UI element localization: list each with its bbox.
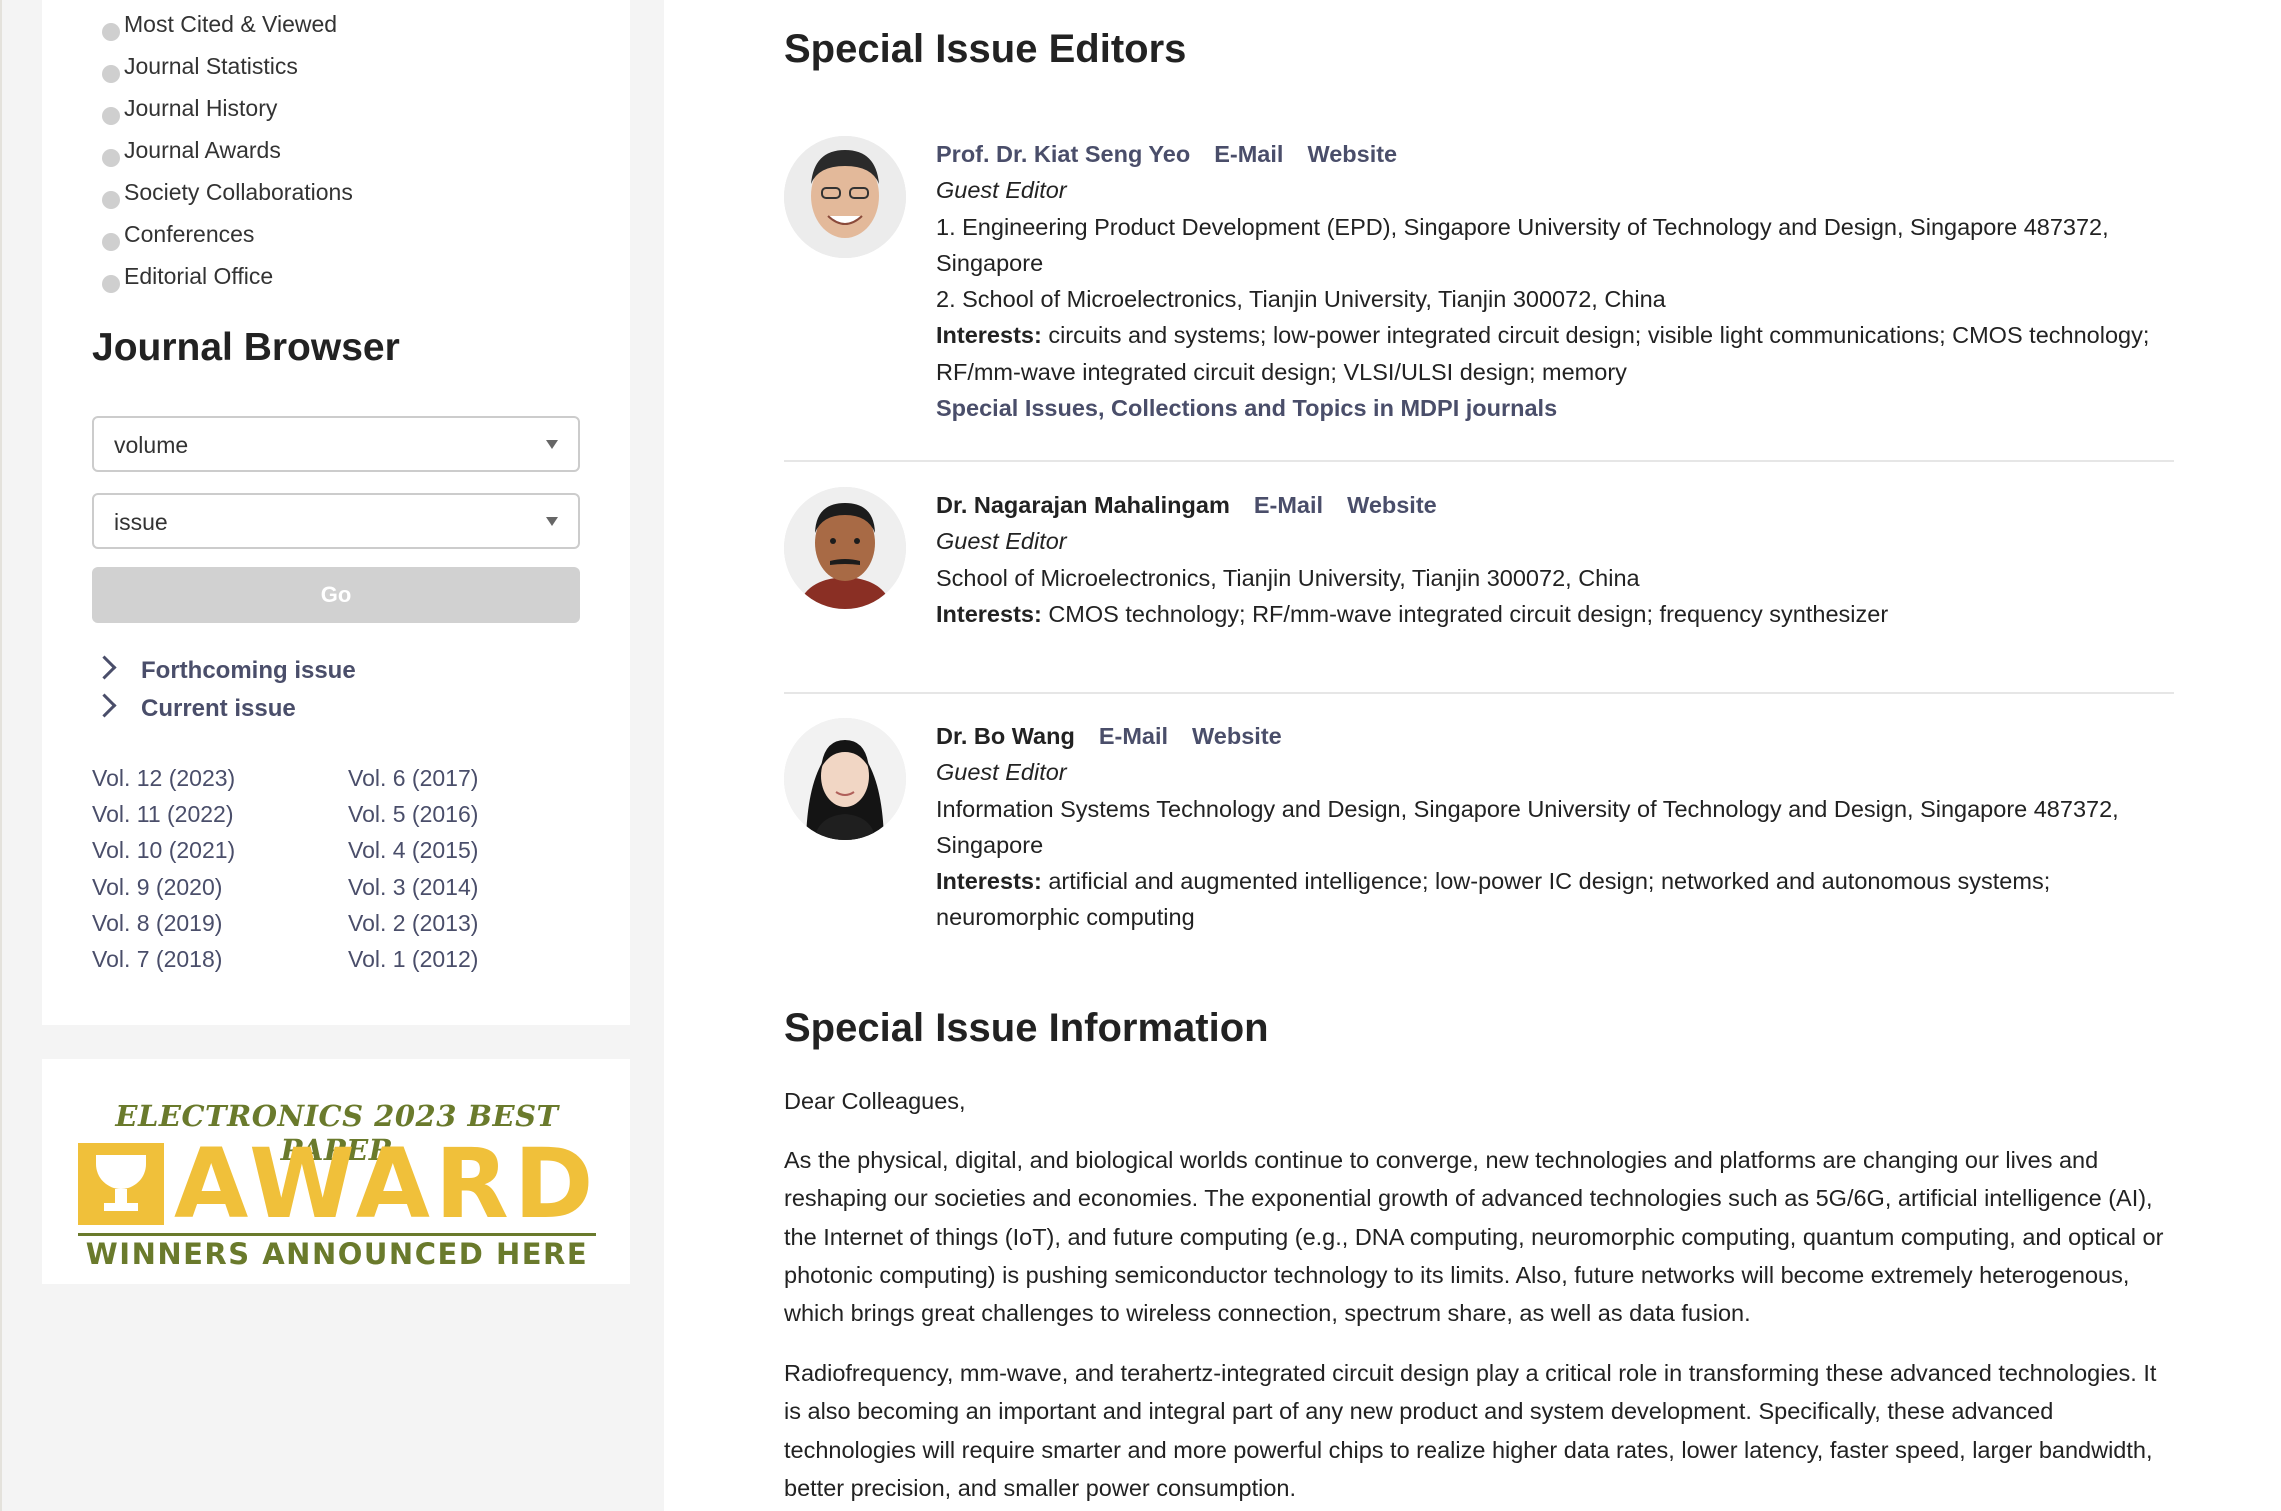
chevron-right-icon [92,693,117,718]
interests-label: Interests: [936,600,1042,627]
issue-select[interactable]: issue [92,493,580,549]
nav-item-society-collaborations[interactable]: Society Collaborations [42,176,353,218]
sidebar-panel: Most Cited & Viewed Journal Statistics J… [42,0,630,1025]
editor-info: Prof. Dr. Kiat Seng Yeo E-Mail Website Gue… [936,136,2166,426]
nav-item-most-cited[interactable]: Most Cited & Viewed [42,8,353,50]
interests-text: artificial and augmented intelligence; l… [936,868,2051,931]
volume-link[interactable]: Vol. 1 (2012) [348,941,478,977]
info-section-title: Special Issue Information [784,1006,1269,1050]
editor-name[interactable]: Prof. Dr. Kiat Seng Yeo [936,141,1190,167]
trophy-icon [78,1143,164,1225]
volume-link[interactable]: Vol. 10 (2021) [92,832,235,868]
special-issues-link[interactable]: Special Issues, Collections and Topics i… [936,390,2166,426]
bullet-icon [102,275,120,293]
avatar [784,718,906,840]
editor-name[interactable]: Dr. Bo Wang [936,723,1075,749]
volume-link[interactable]: Vol. 3 (2014) [348,869,478,905]
interests-label: Interests: [936,868,1042,895]
bullet-icon [102,65,120,83]
volume-link[interactable]: Vol. 6 (2017) [348,760,478,796]
editor-role: Guest Editor [936,528,1067,555]
avatar [784,487,906,609]
bullet-icon [102,233,120,251]
editor-info: Dr. Nagarajan Mahalingam E-Mail Website Gu… [936,487,2166,632]
volume-link[interactable]: Vol. 11 (2022) [92,796,235,832]
info-paragraph: As the physical, digital, and biological… [784,1147,2164,1327]
issue-select-value: issue [114,509,168,535]
bullet-icon [102,191,120,209]
editors-section-title: Special Issue Editors [784,27,1187,71]
interests-text: CMOS technology; RF/mm-wave integrated c… [1048,600,1889,627]
editor-name-row: Dr. Bo Wang E-Mail Website [936,718,2166,754]
volume-select-value: volume [114,432,189,458]
editor-interests: Interests: circuits and systems; low-pow… [936,317,2166,390]
volume-list-right: Vol. 6 (2017) Vol. 5 (2016) Vol. 4 (2015… [348,760,478,977]
volume-link[interactable]: Vol. 7 (2018) [92,941,235,977]
volume-link[interactable]: Vol. 8 (2019) [92,905,235,941]
email-link[interactable]: E-Mail [1099,723,1168,749]
volume-link[interactable]: Vol. 5 (2016) [348,796,478,832]
editor-affiliation: 1. Engineering Product Development (EPD)… [936,213,2109,276]
editor-affiliation: Information Systems Technology and Desig… [936,795,2119,858]
bullet-icon [102,149,120,167]
award-banner-subtitle: WINNERS ANNOUNCED HERE [78,1233,596,1272]
editor-name-row: Prof. Dr. Kiat Seng Yeo E-Mail Website [936,136,2166,172]
nav-item-journal-awards[interactable]: Journal Awards [42,134,353,176]
divider [784,692,2174,694]
chevron-down-icon [546,440,558,449]
nav-item-editorial-office[interactable]: Editorial Office [42,260,353,302]
chevron-down-icon [546,517,558,526]
email-link[interactable]: E-Mail [1254,492,1323,518]
avatar [784,136,906,258]
volume-link[interactable]: Vol. 2 (2013) [348,905,478,941]
volume-link[interactable]: Vol. 4 (2015) [348,832,478,868]
nav-item-conferences[interactable]: Conferences [42,218,353,260]
editor-name-row: Dr. Nagarajan Mahalingam E-Mail Website [936,487,2166,523]
greeting-text: Dear Colleagues, [784,1088,966,1114]
volume-select[interactable]: volume [92,416,580,472]
go-button[interactable]: Go [92,567,580,623]
interests-text: circuits and systems; low-power integrat… [936,322,2150,385]
divider [784,460,2174,462]
forthcoming-issue-link[interactable]: Forthcoming issue [92,655,356,691]
current-issue-link[interactable]: Current issue [92,693,296,729]
editor-name[interactable]: Dr. Nagarajan Mahalingam [936,492,1230,518]
editor-affiliation: School of Microelectronics, Tianjin Univ… [936,564,1640,591]
volume-link[interactable]: Vol. 12 (2023) [92,760,235,796]
website-link[interactable]: Website [1307,141,1397,167]
best-paper-award-banner[interactable]: ELECTRONICS 2023 BEST PAPER AWARD WINNER… [42,1059,630,1284]
award-banner-title: AWARD [174,1128,599,1240]
bullet-icon [102,107,120,125]
interests-label: Interests: [936,322,1042,349]
editor-interests: Interests: artificial and augmented inte… [936,863,2166,936]
editor-info: Dr. Bo Wang E-Mail Website Guest Editor In… [936,718,2166,936]
editor-affiliation: 2. School of Microelectronics, Tianjin U… [936,286,1666,313]
volume-list-left: Vol. 12 (2023) Vol. 11 (2022) Vol. 10 (2… [92,760,235,977]
editor-interests: Interests: CMOS technology; RF/mm-wave i… [936,596,2166,632]
website-link[interactable]: Website [1192,723,1282,749]
journal-browser-title: Journal Browser [92,326,400,369]
journal-nav: Most Cited & Viewed Journal Statistics J… [92,8,353,302]
bullet-icon [102,23,120,41]
nav-item-journal-statistics[interactable]: Journal Statistics [42,50,353,92]
chevron-right-icon [92,655,117,680]
editor-role: Guest Editor [936,759,1067,786]
website-link[interactable]: Website [1347,492,1437,518]
email-link[interactable]: E-Mail [1214,141,1283,167]
volume-link[interactable]: Vol. 9 (2020) [92,869,235,905]
nav-item-journal-history[interactable]: Journal History [42,92,353,134]
info-paragraph: Radiofrequency, mm-wave, and terahertz-i… [784,1360,2157,1501]
editor-role: Guest Editor [936,177,1067,204]
